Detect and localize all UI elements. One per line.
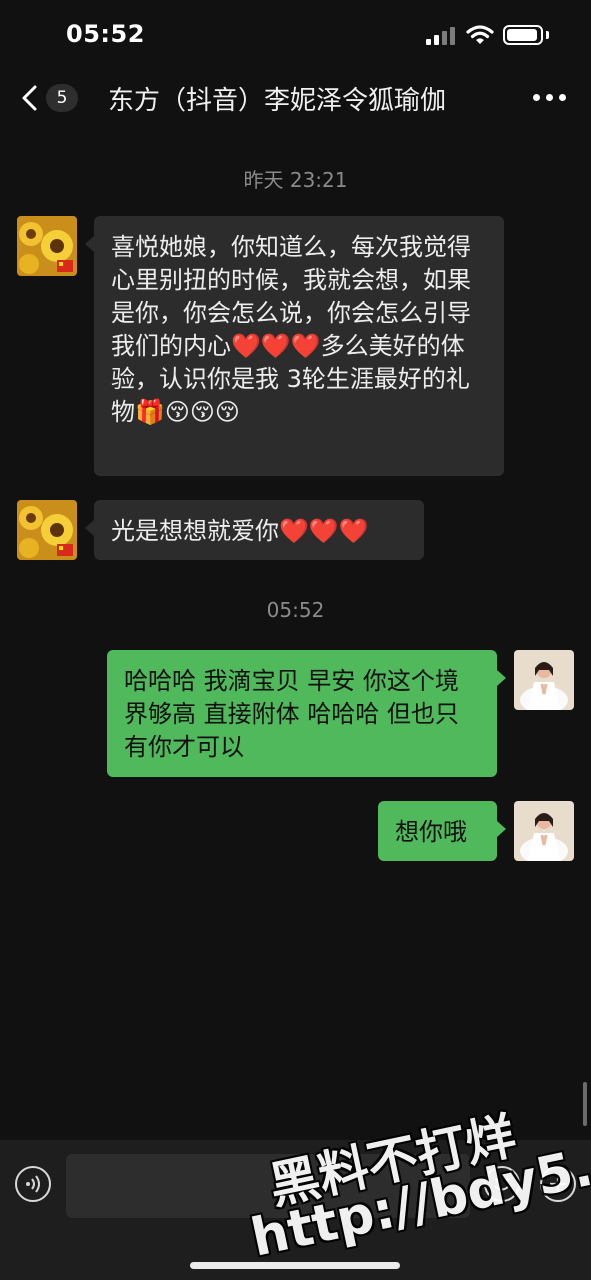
outgoing-message-bubble[interactable]: 想你哦 — [378, 801, 497, 861]
contact-avatar[interactable] — [17, 216, 77, 276]
timestamp: 昨天 23:21 — [243, 168, 348, 192]
unread-count-badge[interactable]: 5 — [46, 84, 78, 112]
back-icon[interactable] — [18, 83, 42, 113]
bubble-tail — [497, 670, 506, 686]
incoming-message-bubble[interactable]: 喜悦她娘，你知道么，每次我觉得心里别扭的时候，我就会想，如果是你，你会怎么说，你… — [94, 216, 504, 476]
home-indicator[interactable] — [190, 1262, 400, 1269]
battery-icon — [503, 25, 543, 45]
status-time: 05:52 — [66, 20, 145, 48]
signal-icon — [426, 27, 458, 45]
yoga-avatar-image — [514, 801, 574, 861]
bubble-tail — [497, 821, 506, 837]
more-icon[interactable] — [533, 94, 567, 102]
battery-tip — [546, 31, 549, 39]
sunflower-avatar-image — [17, 500, 77, 560]
wifi-icon — [466, 25, 494, 44]
incoming-message-bubble[interactable]: 光是想想就爱你❤️❤️❤️ — [94, 500, 424, 560]
chat-title: 东方（抖音）李妮泽令狐瑜伽 — [108, 86, 447, 116]
bubble-tail — [85, 520, 94, 536]
outgoing-message-bubble[interactable]: 哈哈哈 我滴宝贝 早安 你这个境界够高 直接附体 哈哈哈 但也只有你才可以 — [107, 650, 497, 777]
voice-icon[interactable] — [15, 1166, 51, 1202]
bubble-tail — [85, 236, 94, 252]
my-avatar[interactable] — [514, 650, 574, 710]
status-bar: 05:52 — [0, 0, 591, 70]
sunflower-avatar-image — [17, 216, 77, 276]
chat-header: 5 东方（抖音）李妮泽令狐瑜伽 — [0, 70, 591, 126]
scrollbar-thumb[interactable] — [583, 1082, 587, 1126]
my-avatar[interactable] — [514, 801, 574, 861]
timestamp: 05:52 — [266, 598, 325, 622]
contact-avatar[interactable] — [17, 500, 77, 560]
yoga-avatar-image — [514, 650, 574, 710]
